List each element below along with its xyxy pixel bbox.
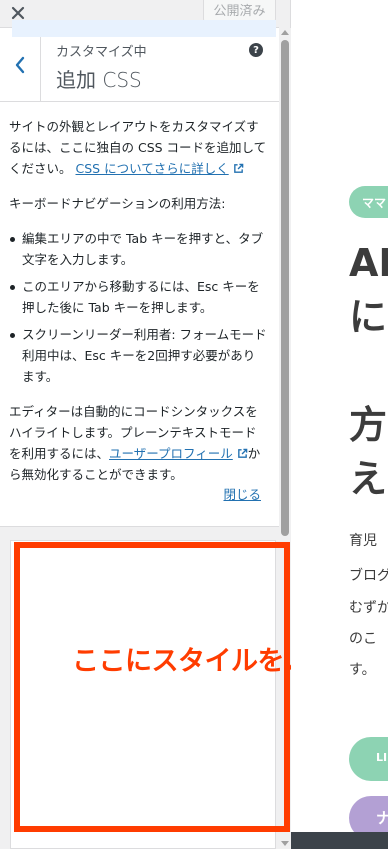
share-button-green[interactable]: LI [349, 737, 388, 781]
syntax-paragraph: エディターは自動的にコードシンタックスをハイライトします。プレーンテキストモード… [9, 401, 267, 485]
user-profile-link[interactable]: ユーザープロフィール [109, 446, 233, 461]
keyboard-list: 編集エリアの中で Tab キーを押すと、タブ文字を入力します。 このエリアから移… [9, 228, 267, 387]
section-title: 追加 CSS [56, 68, 142, 92]
help-icon[interactable]: ? [249, 43, 263, 57]
post-title-line: AI [349, 241, 388, 285]
editor-active-line[interactable] [12, 20, 276, 37]
scroll-thumb[interactable] [281, 40, 289, 536]
keyboard-heading: キーボードナビゲーションの利用方法: [9, 196, 226, 211]
post-body-line: むずか [349, 600, 388, 616]
post-body-line: 育児 [349, 533, 377, 549]
chevron-left-icon [15, 56, 25, 73]
list-item: 編集エリアの中で Tab キーを押すと、タブ文字を入力します。 [9, 228, 267, 270]
external-link-icon [233, 163, 243, 173]
list-item: このエリアから移動するには、Esc キーを押した後に Tab キーを押します。 [9, 276, 267, 318]
preview-bottom-bar [291, 832, 388, 849]
annotation-highlight-box [14, 542, 290, 832]
site-preview: ママ AI に 「 方 え 育児 ブログ むずか のこ す。 LI ナ [291, 0, 388, 849]
intro-paragraph: サイトの外観とレイアウトをカスタマイズするには、ここに独自の CSS コードを追… [9, 116, 267, 179]
post-body-line: のこ [349, 631, 377, 647]
list-item: スクリーンリーダー利用者: フォームモード利用中は、Esc キーを2回押す必要が… [9, 324, 267, 387]
section-subtitle: カスタマイズ中 [56, 45, 147, 60]
close-description-link[interactable]: 閉じる [223, 484, 261, 505]
external-link-icon [237, 448, 248, 458]
post-title-line: え [349, 457, 388, 501]
section-header: カスタマイズ中 追加 CSS ? [0, 28, 279, 102]
back-button[interactable] [0, 28, 41, 101]
scroll-up-arrow-icon[interactable] [281, 30, 289, 35]
scroll-down-arrow-icon[interactable] [281, 841, 289, 846]
post-title-line: 方 [349, 403, 388, 447]
category-pill[interactable]: ママ [349, 186, 388, 218]
post-body-line: す。 [349, 662, 376, 678]
post-body-line: ブログ [349, 568, 388, 584]
post-title-line: に [349, 295, 388, 339]
publish-button[interactable]: 公開済み [203, 0, 276, 22]
css-help-link[interactable]: CSS についてさらに詳しく [76, 161, 229, 176]
close-icon [11, 6, 25, 20]
post-title-line: 「 [366, 351, 388, 391]
css-description: サイトの外観とレイアウトをカスタマイズするには、ここに独自の CSS コードを追… [0, 102, 279, 527]
